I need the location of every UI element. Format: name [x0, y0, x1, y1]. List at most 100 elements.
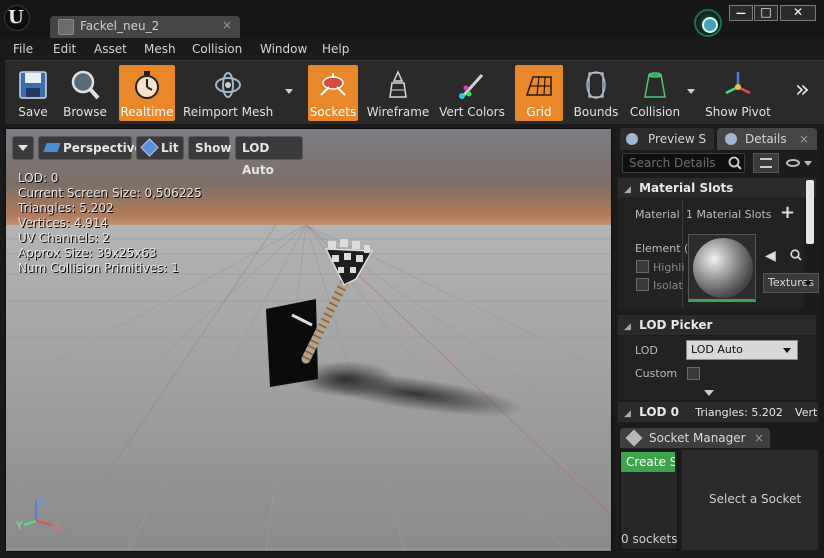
socket-manager-panel: Create S 0 sockets Select a Socket: [616, 448, 820, 552]
browse-button[interactable]: Browse: [61, 65, 109, 121]
textures-dropdown[interactable]: Textures: [763, 273, 819, 293]
show-label: Show: [195, 141, 232, 155]
bounds-label: Bounds: [573, 105, 619, 119]
expand-chevron-icon[interactable]: [704, 390, 714, 396]
lod0-header[interactable]: LOD 0 Triangles: 5.202 Vertices:: [618, 402, 818, 422]
collision-icon: [644, 72, 666, 98]
grid-button[interactable]: Grid: [515, 65, 563, 121]
browse-icon: [71, 70, 100, 100]
axis-x-label: X: [54, 521, 62, 534]
minimize-button[interactable]: —: [729, 5, 753, 21]
mesh-stats: LOD: 0 Current Screen Size: 0,506225 Tri…: [18, 171, 202, 276]
select-socket-text: Select a Socket: [709, 492, 802, 506]
lit-label: Lit: [161, 141, 179, 155]
lit-cube-icon: [140, 138, 159, 157]
tab-details[interactable]: Details ×: [717, 128, 817, 150]
list-view-icon: [760, 158, 772, 168]
save-button[interactable]: Save: [9, 65, 57, 121]
menu-file[interactable]: File: [13, 42, 33, 56]
collision-label: Collision: [629, 105, 681, 119]
toolbar-overflow-icon[interactable]: »: [795, 75, 810, 103]
tab-preview-label: Preview S: [648, 132, 707, 146]
reimport-dropdown-chevron-icon[interactable]: [285, 89, 293, 94]
static-mesh-icon: [58, 19, 74, 35]
realtime-label: Realtime: [120, 105, 174, 119]
viewport-options-button[interactable]: [12, 136, 34, 160]
vert-colors-button[interactable]: Vert Colors: [437, 65, 507, 121]
axis-y-label: Y: [16, 519, 23, 532]
menu-help[interactable]: Help: [322, 42, 349, 56]
custom-label: Custom: [635, 367, 678, 380]
lod-picker-header[interactable]: LOD Picker: [618, 315, 816, 335]
collision-button[interactable]: Collision: [627, 65, 683, 121]
lod-auto-label: LOD Auto: [242, 141, 274, 177]
realtime-button[interactable]: Realtime: [119, 65, 175, 121]
title-bar: U Fackel_neu_2 × — □ ✕: [0, 0, 824, 38]
reimport-icon: [215, 72, 241, 98]
stat-triangles: Triangles: 5.202: [18, 201, 114, 215]
perspective-label: Perspective: [63, 141, 143, 155]
details-scrollbar[interactable]: [806, 180, 814, 244]
lod-select-value: LOD Auto: [691, 343, 743, 356]
perspective-button[interactable]: Perspective: [38, 136, 143, 160]
visibility-eye-icon[interactable]: [786, 159, 800, 167]
collision-dropdown-chevron-icon[interactable]: [687, 89, 695, 94]
info-icon: [626, 133, 638, 145]
source-control-icon[interactable]: [694, 9, 722, 37]
socket-count: 0 sockets: [621, 532, 678, 546]
add-material-slot-icon[interactable]: +: [780, 202, 795, 223]
eye-dropdown-chevron-icon[interactable]: [804, 161, 812, 166]
show-pivot-button[interactable]: Show Pivot: [701, 65, 775, 121]
view-options-button[interactable]: [753, 153, 779, 173]
close-window-button[interactable]: ✕: [780, 5, 816, 21]
menu-window[interactable]: Window: [260, 42, 307, 56]
menu-asset[interactable]: Asset: [94, 42, 127, 56]
unreal-logo-icon[interactable]: U: [4, 5, 30, 31]
lit-button[interactable]: Lit: [136, 136, 184, 160]
material-thumbnail[interactable]: [688, 234, 756, 302]
document-tab[interactable]: Fackel_neu_2 ×: [50, 16, 240, 38]
vert-colors-label: Vert Colors: [439, 105, 505, 119]
wireframe-button[interactable]: Wireframe: [365, 65, 431, 121]
use-selected-arrow-icon[interactable]: ◀: [765, 248, 776, 264]
bounds-button[interactable]: Bounds: [571, 65, 621, 121]
minimize-icon: —: [736, 8, 746, 19]
viewport[interactable]: Perspective Lit Show LOD Auto LOD: 0 Cur…: [5, 128, 612, 552]
isolate-checkbox[interactable]: [636, 278, 649, 291]
maximize-button[interactable]: □: [754, 5, 778, 21]
tab-details-close-icon[interactable]: ×: [799, 128, 809, 150]
custom-checkbox[interactable]: [687, 367, 700, 380]
lod-auto-button[interactable]: LOD Auto: [235, 136, 303, 177]
material-label: Material: [635, 208, 680, 221]
menu-collision[interactable]: Collision: [192, 42, 242, 56]
sockets-button[interactable]: Sockets: [308, 65, 358, 121]
lod-select[interactable]: LOD Auto: [686, 340, 798, 360]
stat-screen-size: Current Screen Size: 0,506225: [18, 186, 202, 200]
tab-close-icon[interactable]: ×: [222, 18, 232, 32]
tab-socket-manager[interactable]: Socket Manager ×: [620, 428, 770, 448]
material-slots-header[interactable]: Material Slots: [618, 178, 816, 198]
search-icon[interactable]: [728, 156, 742, 170]
create-socket-button[interactable]: Create S: [621, 452, 675, 472]
browse-label: Browse: [63, 105, 107, 119]
search-details-input[interactable]: Search Details: [622, 153, 745, 173]
menu-mesh[interactable]: Mesh: [144, 42, 176, 56]
material-sphere-icon: [693, 238, 753, 298]
lod-label: LOD: [635, 344, 658, 357]
show-button[interactable]: Show: [188, 136, 232, 160]
grid-label: Grid: [526, 105, 552, 119]
highlight-checkbox[interactable]: [636, 260, 649, 273]
stat-approx-size: Approx Size: 39x25x63: [18, 246, 157, 260]
stat-collision-primitives: Num Collision Primitives: 1: [18, 261, 179, 275]
stat-lod: LOD: 0: [18, 171, 59, 185]
vert-colors-icon: [459, 73, 484, 99]
reimport-mesh-button[interactable]: Reimport Mesh: [183, 65, 273, 121]
menu-edit[interactable]: Edit: [53, 42, 76, 56]
browse-asset-search-icon[interactable]: [790, 249, 802, 261]
tab-preview-scene[interactable]: Preview S: [620, 128, 714, 150]
lod0-triangles: Triangles: 5.202: [695, 406, 783, 419]
socket-manager-close-icon[interactable]: ×: [754, 428, 764, 448]
grid-icon: [525, 76, 552, 96]
lod0-title: LOD 0: [639, 405, 680, 419]
perspective-icon: [43, 143, 61, 152]
